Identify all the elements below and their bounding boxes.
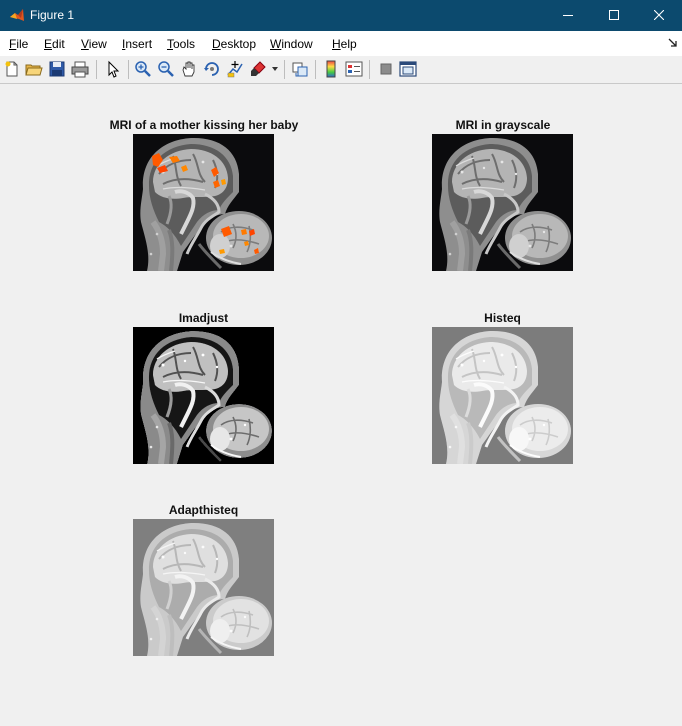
open-file-icon[interactable] [25, 60, 43, 78]
toolbar-separator [96, 60, 97, 79]
new-figure-icon[interactable] [3, 60, 21, 78]
brush-dropdown-icon[interactable] [272, 67, 278, 71]
figure-toolbar [0, 56, 682, 84]
mri-image-adapthisteq[interactable] [133, 519, 274, 656]
mri-image-histeq[interactable] [432, 327, 573, 464]
toolbar-separator [369, 60, 370, 79]
toolbar-separator [128, 60, 129, 79]
menu-tools[interactable]: Tools [167, 37, 195, 51]
pan-icon[interactable] [180, 60, 198, 78]
menu-desktop[interactable]: Desktop [212, 37, 256, 51]
legend-icon[interactable] [345, 60, 363, 78]
colorbar-icon[interactable] [322, 60, 340, 78]
menu-window[interactable]: Window [270, 37, 313, 51]
close-button[interactable] [636, 0, 682, 31]
dock-arrow-icon[interactable] [668, 38, 678, 48]
figure-window: Figure 1 File Edit View Insert Tools Des… [0, 0, 682, 726]
toolbar-separator [315, 60, 316, 79]
brush-icon[interactable] [250, 60, 268, 78]
maximize-icon [609, 10, 619, 20]
menu-edit[interactable]: Edit [44, 37, 65, 51]
subplot-title: Histeq [484, 311, 521, 325]
subplot-title: Imadjust [178, 311, 229, 325]
title-bar[interactable]: Figure 1 [0, 0, 682, 31]
pointer-icon[interactable] [104, 60, 122, 78]
rotate-3d-icon[interactable] [203, 60, 221, 78]
close-icon [654, 10, 664, 20]
data-cursor-icon[interactable] [226, 60, 244, 78]
menu-view[interactable]: View [81, 37, 107, 51]
maximize-button[interactable] [591, 0, 637, 31]
mri-image-imadjust[interactable] [133, 327, 274, 464]
show-plot-tools-icon[interactable] [399, 60, 417, 78]
menu-help[interactable]: Help [332, 37, 357, 51]
menu-bar: File Edit View Insert Tools Desktop Wind… [0, 31, 682, 56]
subplot-title: Adapthisteq [168, 503, 239, 517]
subplot-title: MRI in grayscale [455, 118, 551, 132]
window-title: Figure 1 [30, 8, 75, 22]
subplot-title: MRI of a mother kissing her baby [109, 118, 299, 132]
mri-image-color[interactable] [133, 134, 274, 271]
hide-plot-tools-icon[interactable] [377, 60, 395, 78]
matlab-logo-icon [9, 7, 25, 23]
menu-insert[interactable]: Insert [122, 37, 152, 51]
minimize-button[interactable] [545, 0, 591, 31]
toolbar-separator [284, 60, 285, 79]
save-icon[interactable] [48, 60, 66, 78]
zoom-in-icon[interactable] [134, 60, 152, 78]
print-icon[interactable] [71, 60, 89, 78]
zoom-out-icon[interactable] [157, 60, 175, 78]
minimize-icon [563, 15, 573, 16]
link-plot-icon[interactable] [291, 60, 309, 78]
figure-canvas[interactable] [0, 84, 682, 726]
menu-file[interactable]: File [9, 37, 28, 51]
mri-image-grayscale[interactable] [432, 134, 573, 271]
